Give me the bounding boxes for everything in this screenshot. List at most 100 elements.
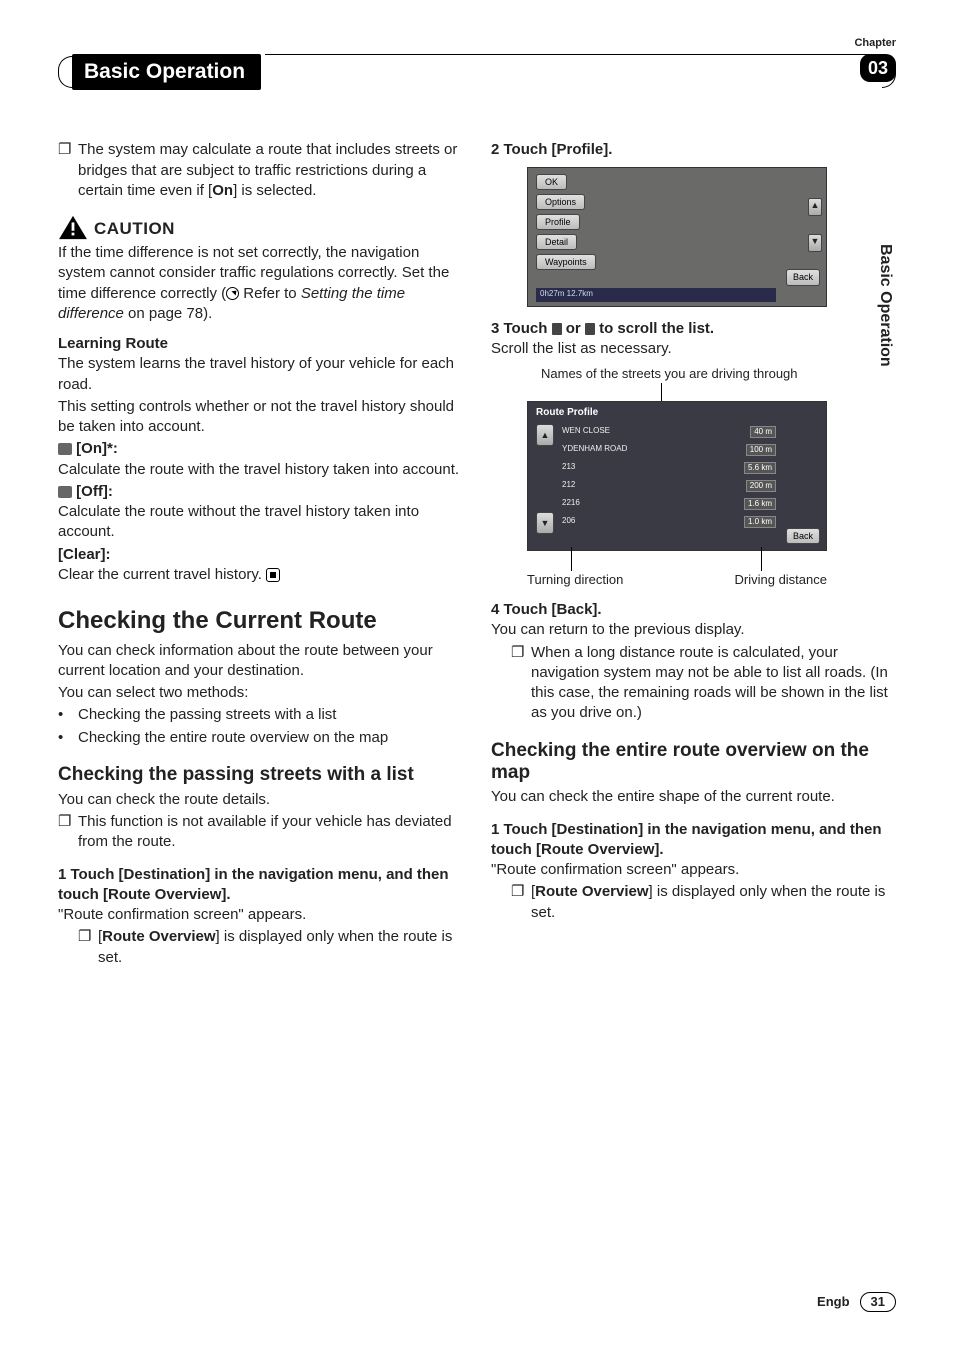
sub2-step-1-p: "Route confirmation screen" appears. — [491, 860, 896, 880]
section-p1: You can check information about the rout… — [58, 641, 463, 682]
bullet-square-icon: ❐ — [58, 812, 70, 853]
right-column: 2 Touch [Profile]. OK Options Profile De… — [491, 140, 896, 969]
option-on-body: Calculate the route with the travel hist… — [58, 460, 463, 480]
sub2-step-1: 1 Touch [Destination] in the navigation … — [491, 820, 896, 861]
footer-lang: Engb — [817, 1293, 850, 1311]
map-screenshot: OK Options Profile Detail Waypoints ▲ ▼ … — [527, 167, 827, 307]
bullet-square-icon: ❐ — [78, 927, 90, 968]
step-3-p: Scroll the list as necessary. — [491, 339, 896, 359]
step-4-note: ❐ When a long distance route is calculat… — [491, 643, 896, 724]
sub1-p1: You can check the route details. — [58, 790, 463, 810]
learning-p1: The system learns the travel history of … — [58, 354, 463, 395]
callout-line-icon — [761, 547, 762, 571]
map-profile-button[interactable]: Profile — [536, 214, 580, 230]
step-1-note: ❐ [Route Overview] is displayed only whe… — [58, 927, 463, 968]
map-waypoints-button[interactable]: Waypoints — [536, 254, 596, 270]
step-3: 3 Touch or to scroll the list. — [491, 319, 896, 339]
method-item-2: • Checking the entire route overview on … — [58, 728, 463, 748]
reference-icon — [226, 287, 239, 300]
header-title: Basic Operation — [72, 54, 261, 90]
caution-body: If the time difference is not set correc… — [58, 243, 463, 324]
route-dist: 40 m — [750, 426, 776, 439]
sub2-note-text: [Route Overview] is displayed only when … — [531, 882, 896, 923]
option-clear-label: [Clear]: — [58, 545, 463, 565]
step-4-p: You can return to the previous display. — [491, 620, 896, 640]
route-dist: 1.0 km — [744, 516, 776, 529]
header-curve-left — [58, 56, 72, 88]
scroll-down-icon — [585, 323, 595, 335]
step-2: 2 Touch [Profile]. — [491, 140, 896, 160]
step-4-note-text: When a long distance route is calculated… — [531, 643, 896, 724]
route-dist: 1.6 km — [744, 498, 776, 511]
route-row: YDENHAM ROAD — [562, 444, 627, 455]
page-number: 31 — [860, 1292, 896, 1312]
footer: Engb 31 — [817, 1292, 896, 1312]
method-1-text: Checking the passing streets with a list — [78, 705, 336, 725]
chapter-badge: 03 — [860, 54, 896, 82]
map-scroll-up[interactable]: ▲ — [808, 198, 822, 216]
option-off-row: [Off]: — [58, 482, 463, 502]
method-2-text: Checking the entire route overview on th… — [78, 728, 388, 748]
section-checking-route: Checking the Current Route — [58, 607, 463, 635]
route-profile-screenshot: Route Profile ▲ ▼ WEN CLOSE 40 m YDENHAM… — [527, 401, 827, 551]
route-profile-title: Route Profile — [536, 406, 598, 420]
option-icon — [58, 486, 72, 498]
route-row: 206 — [562, 516, 575, 527]
learning-route-heading: Learning Route — [58, 334, 463, 354]
caution-heading: CAUTION — [58, 215, 463, 241]
route-dist: 200 m — [746, 480, 776, 493]
bullet-square-icon: ❐ — [511, 882, 523, 923]
route-row: WEN CLOSE — [562, 426, 610, 437]
bullet-square-icon: ❐ — [58, 140, 70, 201]
profile-scroll-down[interactable]: ▼ — [536, 512, 554, 534]
sub2-p: You can check the entire shape of the cu… — [491, 787, 896, 807]
chapter-label: Chapter — [854, 36, 896, 51]
sub1-note-text: This function is not available if your v… — [78, 812, 463, 853]
bullet-square-icon: ❐ — [511, 643, 523, 724]
method-item-1: • Checking the passing streets with a li… — [58, 705, 463, 725]
profile-back-button[interactable]: Back — [786, 528, 820, 544]
map-options-button[interactable]: Options — [536, 194, 585, 210]
option-off-label: [Off]: — [76, 483, 113, 500]
callout-line-icon — [571, 547, 572, 571]
left-column: ❐ The system may calculate a route that … — [58, 140, 463, 969]
bullet-dot-icon: • — [58, 705, 70, 725]
header-bar: Basic Operation — [58, 54, 896, 90]
route-row: 2216 — [562, 498, 580, 509]
bullet-dot-icon: • — [58, 728, 70, 748]
map-back-button[interactable]: Back — [786, 269, 820, 285]
map-ok-button[interactable]: OK — [536, 174, 567, 190]
option-clear-body: Clear the current travel history. — [58, 565, 463, 585]
section-p2: You can select two methods: — [58, 683, 463, 703]
scroll-up-icon — [552, 323, 562, 335]
side-tab-label: Basic Operation — [874, 244, 896, 367]
sub1-note: ❐ This function is not available if your… — [58, 812, 463, 853]
caption-turning: Turning direction — [527, 571, 623, 589]
option-icon — [58, 443, 72, 455]
profile-scroll-up[interactable]: ▲ — [536, 424, 554, 446]
route-dist: 100 m — [746, 444, 776, 457]
warning-triangle-icon — [58, 215, 88, 241]
step-1-p: "Route confirmation screen" appears. — [58, 905, 463, 925]
header-rule — [265, 54, 882, 55]
step-1: 1 Touch [Destination] in the navigation … — [58, 865, 463, 906]
step-4: 4 Touch [Back]. — [491, 600, 896, 620]
stop-icon — [266, 568, 280, 582]
learning-p2: This setting controls whether or not the… — [58, 397, 463, 438]
step-1-note-text: [Route Overview] is displayed only when … — [98, 927, 463, 968]
streets-caption: Names of the streets you are driving thr… — [541, 365, 896, 383]
option-on-label: [On]*: — [76, 440, 118, 457]
note-item: ❐ The system may calculate a route that … — [58, 140, 463, 201]
note-text: The system may calculate a route that in… — [78, 140, 463, 201]
subsection-passing-streets: Checking the passing streets with a list — [58, 764, 463, 786]
subsection-route-overview: Checking the entire route overview on th… — [491, 740, 896, 784]
route-row: 212 — [562, 480, 575, 491]
map-detail-button[interactable]: Detail — [536, 234, 577, 250]
option-on-row: [On]*: — [58, 439, 463, 459]
map-status-bar: 0h27m 12.7km — [536, 288, 776, 302]
caption-distance: Driving distance — [735, 571, 828, 589]
route-row: 213 — [562, 462, 575, 473]
option-off-body: Calculate the route without the travel h… — [58, 502, 463, 543]
profile-captions: Turning direction Driving distance — [527, 571, 827, 589]
map-scroll-down[interactable]: ▼ — [808, 234, 822, 252]
